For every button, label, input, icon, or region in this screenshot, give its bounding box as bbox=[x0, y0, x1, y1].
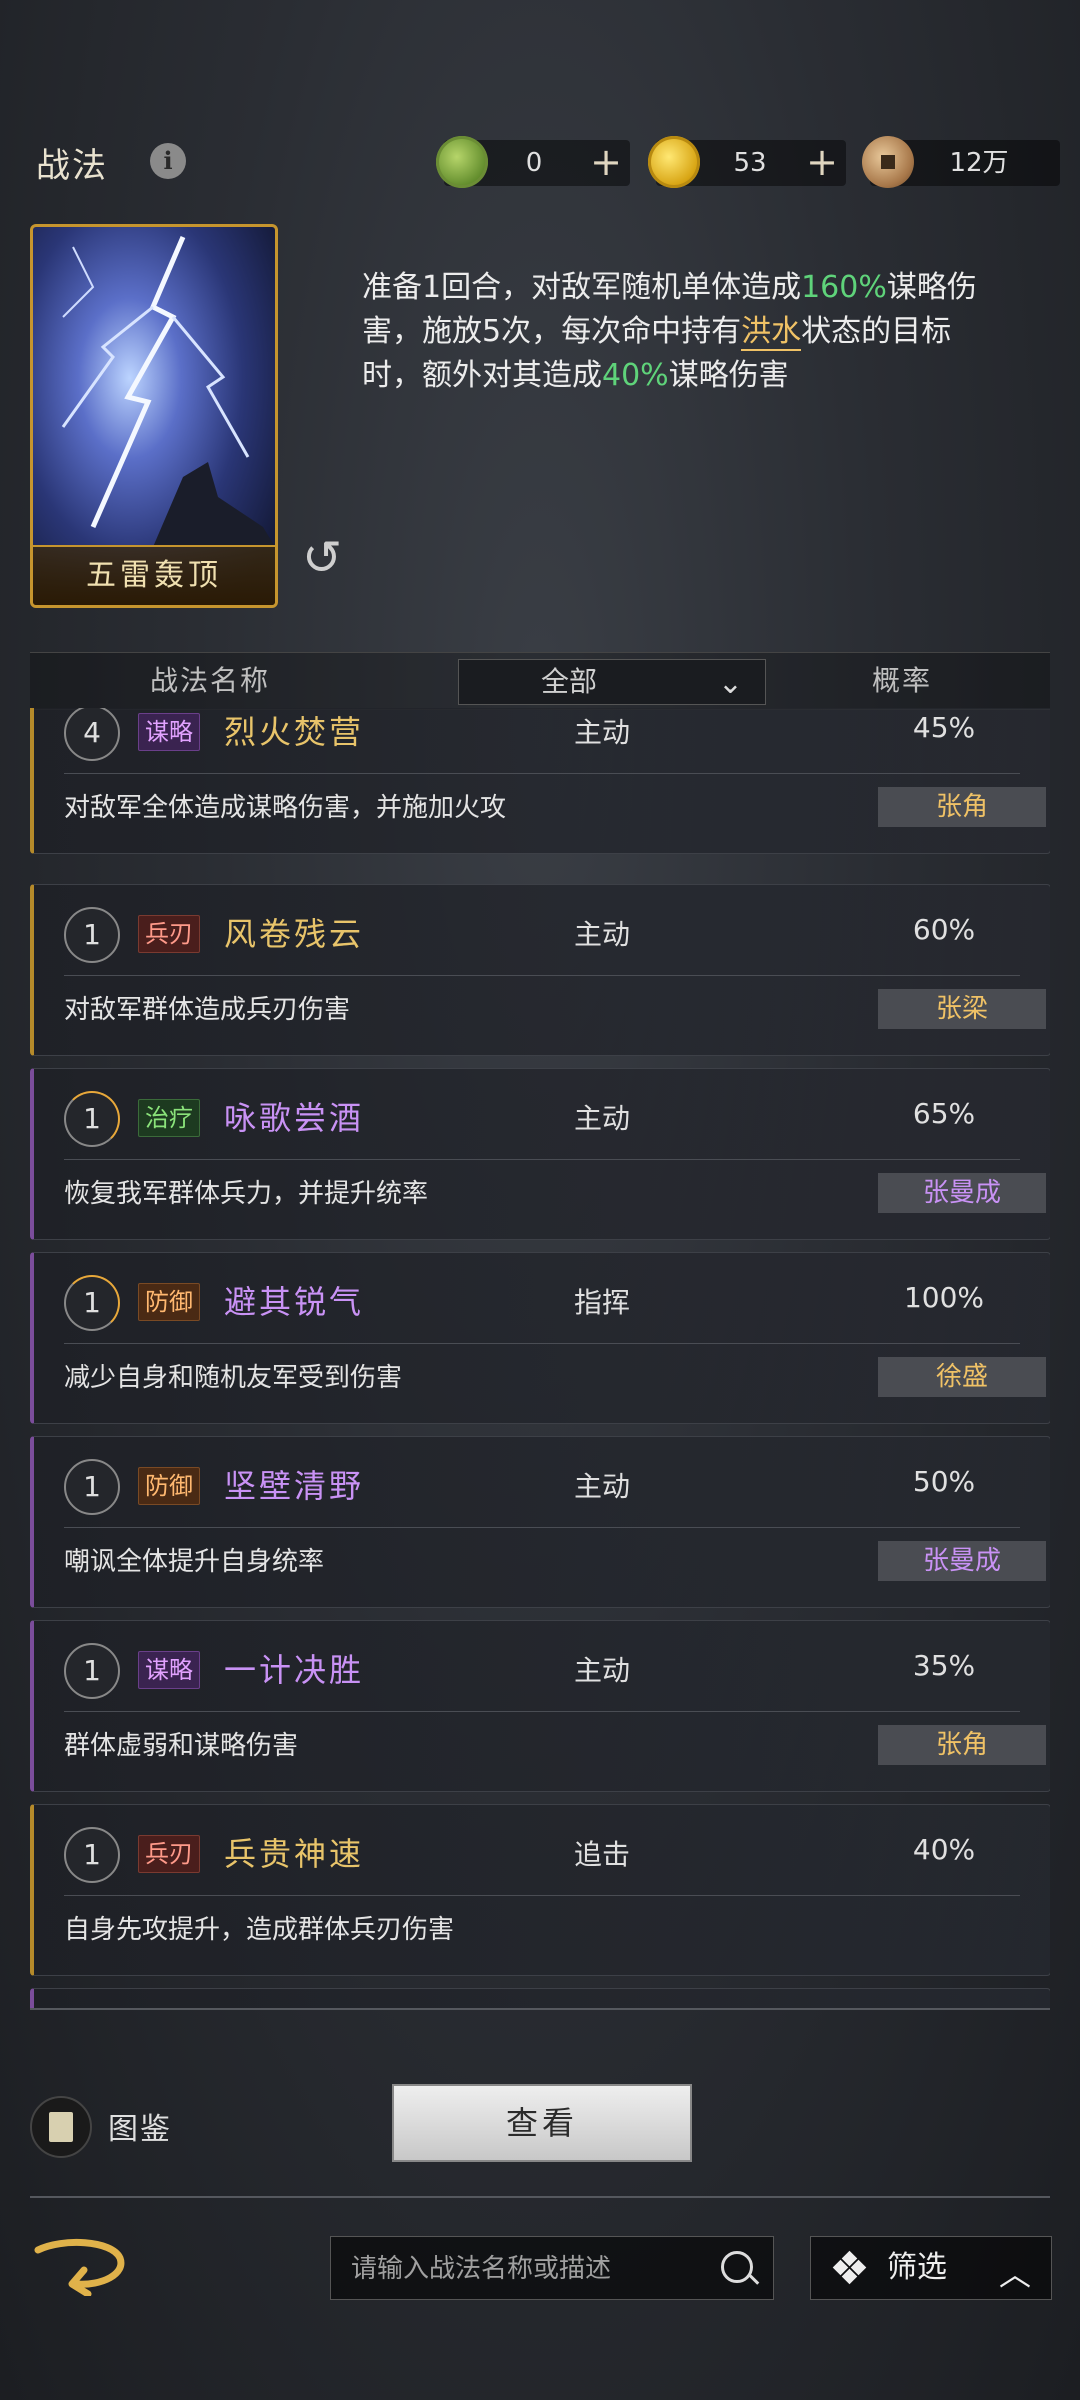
skill-name: 兵贵神速 bbox=[224, 1835, 365, 1873]
column-name: 战法名称 bbox=[150, 664, 271, 697]
book-icon[interactable] bbox=[30, 2096, 92, 2158]
gold-add-button[interactable]: + bbox=[802, 140, 842, 186]
skill-type: 主动 bbox=[574, 1654, 631, 1687]
skill-type: 主动 bbox=[574, 1102, 631, 1135]
back-arrow-icon bbox=[34, 2238, 125, 2298]
info-icon[interactable]: i bbox=[150, 143, 186, 179]
search-icon[interactable] bbox=[721, 2251, 753, 2283]
skill-probability: 50% bbox=[912, 1465, 976, 1498]
chevron-up-icon: ︿ bbox=[998, 2255, 1031, 2293]
skill-probability: 65% bbox=[912, 1097, 976, 1130]
skill-name: 坚壁清野 bbox=[224, 1467, 365, 1505]
skill-name: 避其锐气 bbox=[224, 1283, 365, 1321]
filter-button[interactable]: 筛选 ︿ bbox=[810, 2236, 1052, 2300]
skill-type: 主动 bbox=[574, 1470, 631, 1503]
search-input[interactable] bbox=[349, 2237, 693, 2301]
hero-name-button[interactable]: 张梁 bbox=[878, 989, 1046, 1029]
skill-type: 主动 bbox=[574, 918, 631, 951]
list-item[interactable]: 1 治疗 咏歌尝酒 主动 65% 恢复我军群体兵力，并提升统率 张曼成 bbox=[30, 1068, 1050, 1240]
diamond-filter-icon bbox=[832, 2250, 867, 2285]
skill-desc: 减少自身和随机友军受到伤害 bbox=[64, 1363, 403, 1393]
category-dropdown-value: 全部 bbox=[540, 665, 597, 698]
skill-name: 咏歌尝酒 bbox=[224, 1099, 365, 1137]
skill-probability: 100% bbox=[903, 1281, 985, 1314]
gold-value: 53 bbox=[733, 148, 767, 178]
category-dropdown[interactable]: 全部 ⌄ bbox=[458, 659, 766, 705]
list-item[interactable]: 1 防御 坚壁清野 主动 50% 嘲讽全体提升自身统率 张曼成 bbox=[30, 1436, 1050, 1608]
skill-name: 一计决胜 bbox=[224, 1651, 365, 1689]
skill-probability: 45% bbox=[912, 711, 976, 744]
hero-name-button[interactable]: 张曼成 bbox=[878, 1173, 1046, 1213]
divider bbox=[30, 2008, 1050, 2010]
skill-desc: 自身先攻提升，造成群体兵刃伤害 bbox=[64, 1915, 455, 1945]
lightning-art bbox=[61, 236, 275, 547]
skill-probability: 40% bbox=[912, 1833, 976, 1866]
skill-desc: 恢复我军群体兵力，并提升统率 bbox=[64, 1179, 429, 1209]
jade-add-button[interactable]: + bbox=[586, 140, 626, 186]
skill-type: 指挥 bbox=[574, 1286, 631, 1319]
skill-tag: 兵刃 bbox=[138, 915, 200, 953]
hero-name-button[interactable]: 徐盛 bbox=[878, 1357, 1046, 1397]
hero-name-button[interactable]: 张角 bbox=[878, 787, 1046, 827]
copper-resource: 12万 bbox=[862, 136, 1060, 188]
level-badge: 1 bbox=[64, 1091, 120, 1147]
skill-desc: 群体虚弱和谋略伤害 bbox=[64, 1731, 299, 1761]
skill-probability: 35% bbox=[912, 1649, 976, 1682]
skill-list[interactable]: 4 谋略 烈火焚营 主动 45% 对敌军全体造成谋略伤害，并施加火攻 张角 1 … bbox=[30, 708, 1050, 2008]
skill-card[interactable]: 五雷轰顶 bbox=[30, 224, 278, 608]
level-badge: 1 bbox=[64, 1643, 120, 1699]
skill-tag: 兵刃 bbox=[138, 1835, 200, 1873]
level-badge: 1 bbox=[64, 1827, 120, 1883]
encyclopedia-label[interactable]: 图鉴 bbox=[108, 2104, 172, 2148]
level-badge: 1 bbox=[64, 1275, 120, 1331]
skill-tag: 治疗 bbox=[138, 1099, 200, 1137]
jade-resource: 0 + bbox=[436, 136, 630, 188]
divider bbox=[30, 2196, 1050, 2198]
skill-description: 准备1回合，对敌军随机单体造成160%谋略伤害，施放5次，每次命中持有洪水状态的… bbox=[362, 270, 977, 393]
column-probability: 概率 bbox=[872, 664, 933, 697]
skill-tag: 防御 bbox=[138, 1467, 200, 1505]
skill-type: 追击 bbox=[574, 1838, 631, 1871]
gold-resource: 53 + bbox=[648, 136, 846, 188]
skill-probability: 60% bbox=[912, 913, 976, 946]
hero-name-button[interactable]: 张曼成 bbox=[878, 1541, 1046, 1581]
skill-tag: 防御 bbox=[138, 1283, 200, 1321]
copper-coin-icon bbox=[862, 136, 914, 188]
list-item[interactable]: 1 兵刃 风卷残云 主动 60% 对敌军群体造成兵刃伤害 张梁 bbox=[30, 884, 1050, 1056]
copper-value: 12万 bbox=[949, 148, 1009, 178]
skill-tag: 谋略 bbox=[138, 1651, 200, 1689]
gold-coin-icon bbox=[648, 136, 700, 188]
jade-coin-icon bbox=[436, 136, 488, 188]
table-header: 战法名称 全部 ⌄ 概率 bbox=[30, 652, 1050, 710]
skill-tag: 谋略 bbox=[138, 713, 200, 751]
level-badge: 4 bbox=[64, 708, 120, 761]
skill-desc: 对敌军群体造成兵刃伤害 bbox=[64, 995, 351, 1025]
list-item[interactable]: 1 防御 避其锐气 指挥 100% 减少自身和随机友军受到伤害 徐盛 bbox=[30, 1252, 1050, 1424]
filter-label: 筛选 bbox=[887, 2250, 947, 2285]
list-item[interactable] bbox=[30, 1988, 1050, 2008]
chevron-down-icon: ⌄ bbox=[717, 666, 743, 701]
skill-card-name: 五雷轰顶 bbox=[33, 545, 275, 605]
jade-value: 0 bbox=[525, 148, 543, 178]
skill-desc: 嘲讽全体提升自身统率 bbox=[64, 1547, 325, 1577]
level-badge: 1 bbox=[64, 1459, 120, 1515]
skill-type: 主动 bbox=[574, 716, 631, 749]
hero-name-button[interactable]: 张角 bbox=[878, 1725, 1046, 1765]
page-title: 战法 bbox=[36, 146, 108, 186]
list-item[interactable]: 4 谋略 烈火焚营 主动 45% 对敌军全体造成谋略伤害，并施加火攻 张角 bbox=[30, 708, 1050, 854]
level-badge: 1 bbox=[64, 907, 120, 963]
list-item[interactable]: 1 谋略 一计决胜 主动 35% 群体虚弱和谋略伤害 张角 bbox=[30, 1620, 1050, 1792]
refresh-icon[interactable]: ↺ bbox=[302, 530, 342, 586]
view-button[interactable]: 查看 bbox=[392, 2084, 692, 2162]
skill-desc: 对敌军全体造成谋略伤害，并施加火攻 bbox=[64, 793, 507, 823]
search-box[interactable] bbox=[330, 2236, 774, 2301]
skill-name: 烈火焚营 bbox=[224, 713, 365, 751]
skill-name: 风卷残云 bbox=[224, 915, 365, 953]
list-item[interactable]: 1 兵刃 兵贵神速 追击 40% 自身先攻提升，造成群体兵刃伤害 bbox=[30, 1804, 1050, 1976]
keyword-link[interactable]: 洪水 bbox=[741, 314, 802, 351]
back-button[interactable] bbox=[32, 2236, 128, 2298]
